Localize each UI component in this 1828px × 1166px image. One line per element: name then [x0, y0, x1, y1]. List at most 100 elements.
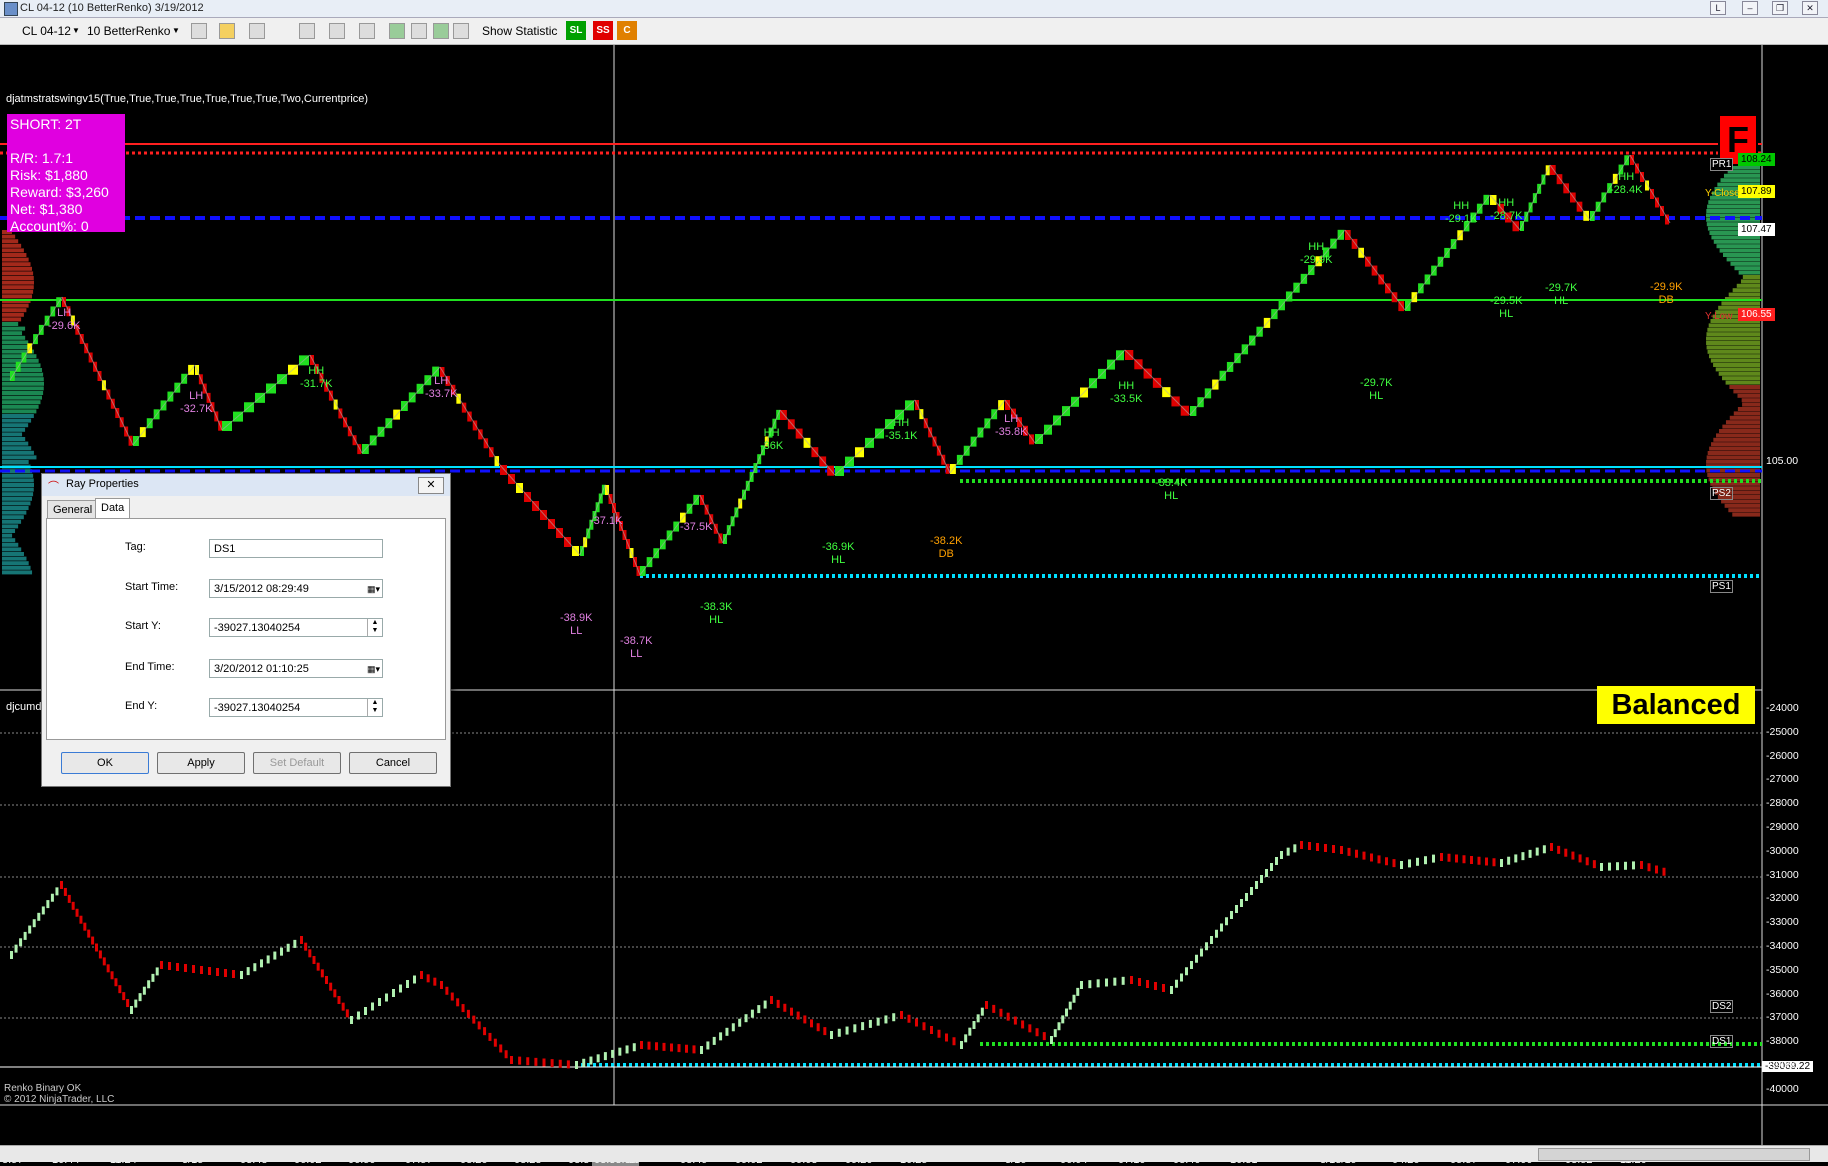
zoom-icon[interactable] [329, 23, 345, 39]
swing-label: LH -35.8K [995, 413, 1027, 439]
delta-candle [1632, 861, 1635, 870]
delta-candle [350, 1016, 353, 1024]
swing-label-line: -35.1K [885, 430, 918, 442]
delta-candle [550, 1059, 554, 1068]
delta-candle [337, 996, 341, 1004]
delta-candle [1624, 861, 1627, 870]
tab-general[interactable]: General [47, 500, 99, 519]
start-time-picker[interactable]: 3/15/2012 08:29:49 ▦▾ [209, 579, 383, 598]
end-y-field[interactable]: -39027.13040254 ▲ ▼ [209, 698, 383, 717]
swing-label-line: -28.7K [1490, 210, 1523, 222]
end-y-spinner[interactable]: ▲ ▼ [367, 699, 382, 716]
link-button[interactable]: L [1710, 1, 1726, 15]
dialog-close-button[interactable]: ✕ [418, 477, 444, 494]
sl-button[interactable]: SL [566, 21, 586, 40]
swing-label-line: -38.3K [700, 601, 733, 613]
set-default-button[interactable]: Set Default [253, 752, 341, 774]
delta-candle [333, 989, 337, 998]
delta-candle [493, 1038, 497, 1047]
volume-profile-bar [2, 280, 34, 285]
tag-field[interactable]: DS1 [209, 539, 383, 558]
dollar-icon[interactable] [433, 23, 449, 39]
pencil-icon[interactable] [219, 23, 235, 39]
delta-candle [1400, 861, 1403, 869]
chevron-down-icon[interactable]: ▼ [172, 23, 180, 39]
apply-button[interactable]: Apply [157, 752, 245, 774]
volume-profile-bar [2, 519, 22, 524]
swing-label: -36.9K HL [822, 541, 854, 567]
delta-candle [320, 969, 324, 978]
delta-candle [999, 1008, 1003, 1017]
volume-profile-bar [1713, 363, 1760, 367]
volume-profile-bar [2, 257, 29, 262]
volume-profile-bar [1719, 429, 1760, 433]
horizontal-scrollbar[interactable] [0, 1145, 1828, 1162]
instrument-selector[interactable]: CL 04-12 [22, 23, 71, 39]
delta-candle [985, 1001, 988, 1009]
delta-candle [1408, 859, 1411, 868]
end-time-value: 3/20/2012 01:10:25 [214, 663, 309, 675]
properties-icon[interactable] [359, 23, 375, 39]
delta-candle [151, 973, 155, 982]
volume-profile-bar [2, 483, 34, 487]
data-box-icon[interactable] [453, 23, 469, 39]
swing-label-line: HL [709, 614, 724, 626]
delta-candle [868, 1019, 872, 1028]
scrollbar-thumb[interactable] [1538, 1148, 1810, 1161]
start-y-field[interactable]: -39027.13040254 ▲ ▼ [209, 618, 383, 637]
calendar-dropdown-icon[interactable]: ▦▾ [367, 660, 380, 679]
indicators-icon[interactable] [389, 23, 405, 39]
delta-candle [618, 1047, 622, 1056]
volume-profile-bar [1707, 473, 1760, 477]
delta-candle [796, 1011, 800, 1020]
maximize-button[interactable]: ❐ [1772, 1, 1788, 15]
crosshair-icon[interactable] [299, 23, 315, 39]
delta-candle [1424, 856, 1427, 865]
end-time-picker[interactable]: 3/20/2012 01:10:25 ▦▾ [209, 659, 383, 678]
delta-candle [1462, 855, 1466, 864]
calendar-dropdown-icon[interactable]: ▦▾ [367, 580, 380, 599]
volume-profile-bar [1719, 248, 1760, 253]
show-statistic-button[interactable]: Show Statistic [482, 23, 557, 39]
delta-candle [582, 1058, 586, 1067]
volume-profile-bar [1708, 354, 1760, 359]
delta-candle [526, 1057, 530, 1066]
ray-icon: ⌒ [48, 481, 59, 493]
minimize-button[interactable]: – [1742, 1, 1758, 15]
chevron-down-icon[interactable]: ▼ [72, 23, 80, 39]
y-axis-tick: -28000 [1766, 797, 1799, 810]
ok-button[interactable]: OK [61, 752, 149, 774]
dialog-titlebar[interactable]: ⌒ Ray Properties ✕ [42, 474, 450, 496]
tab-data[interactable]: Data [95, 498, 131, 520]
delta-candle [224, 969, 227, 977]
y-close-tag: Y-Close [1705, 188, 1740, 199]
cancel-button[interactable]: Cancel [349, 752, 437, 774]
ss-button[interactable]: SS [593, 21, 613, 40]
delta-candle [1640, 861, 1643, 869]
bar-style-icon[interactable] [191, 23, 207, 39]
delta-candle [1130, 976, 1133, 984]
volume-profile-bar [1742, 402, 1760, 407]
delta-candle [28, 925, 32, 934]
delta-candle [106, 964, 110, 973]
delta-candle [1432, 854, 1435, 863]
delta-candle [308, 949, 312, 958]
delta-candle [63, 887, 67, 896]
volume-profile-bar [2, 381, 44, 386]
strategies-icon[interactable] [411, 23, 427, 39]
draw-tool-icon[interactable] [249, 23, 265, 39]
swing-label-line: -35.8K [995, 426, 1028, 438]
swing-label: HH -28.7K [1490, 197, 1522, 223]
start-y-spinner[interactable]: ▲ ▼ [367, 619, 382, 636]
delta-candle [685, 1044, 688, 1053]
c-button[interactable]: C [617, 21, 637, 40]
y-axis-tick: -33000 [1766, 916, 1799, 929]
bar-type-selector[interactable]: 10 BetterRenko [87, 23, 170, 39]
swing-label-line: LH [434, 375, 449, 387]
swing-label-line: -29.5K [1490, 295, 1523, 307]
delta-candle [1088, 980, 1092, 989]
delta-candle [488, 1032, 492, 1041]
delta-candle [757, 1005, 761, 1014]
close-window-button[interactable]: ✕ [1802, 1, 1818, 15]
delta-candle [168, 962, 171, 970]
